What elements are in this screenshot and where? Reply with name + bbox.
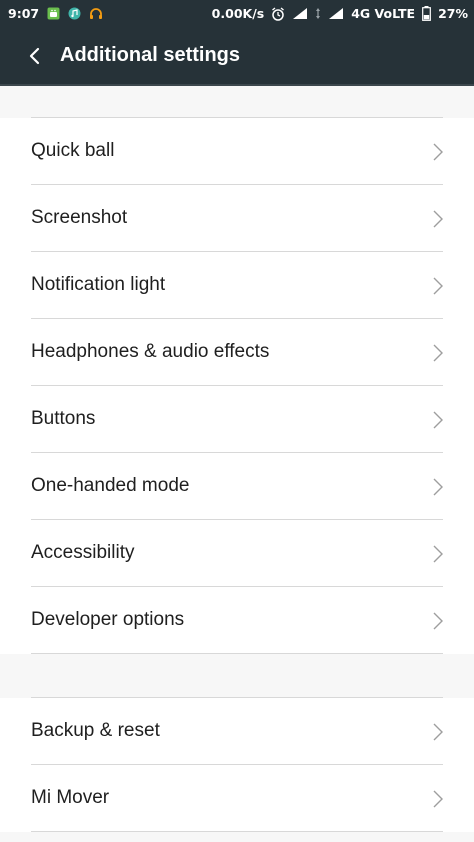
network-speed: 0.00K/s <box>211 6 265 21</box>
status-bar: 9:07 0.00K/s 4G VoLTE 27% <box>0 0 474 28</box>
chevron-right-icon <box>433 612 443 630</box>
setting-label: Mi Mover <box>31 787 110 808</box>
setting-label: Headphones & audio effects <box>31 341 270 362</box>
setting-label: Quick ball <box>31 140 115 161</box>
signal-icon <box>292 7 308 20</box>
chevron-right-icon <box>433 210 443 228</box>
setting-row-quick-ball[interactable]: Quick ball <box>0 118 474 185</box>
battery-icon <box>422 6 431 21</box>
back-button[interactable] <box>22 43 48 69</box>
setting-label: Notification light <box>31 274 166 295</box>
chevron-right-icon <box>433 344 443 362</box>
status-bar-left: 9:07 <box>8 6 103 21</box>
alarm-icon <box>271 6 285 21</box>
settings-group-1: Quick ball Screenshot Notification light… <box>0 118 474 654</box>
battery-level: 27% <box>438 6 468 21</box>
setting-label: Screenshot <box>31 207 128 228</box>
setting-row-developer-options[interactable]: Developer options <box>0 587 474 654</box>
divider <box>31 831 443 832</box>
setting-label: Accessibility <box>31 542 135 563</box>
app-bar: Additional settings <box>0 28 474 86</box>
chevron-right-icon <box>433 411 443 429</box>
setting-row-accessibility[interactable]: Accessibility <box>0 520 474 587</box>
chevron-right-icon <box>433 277 443 295</box>
chevron-right-icon <box>433 723 443 741</box>
list-top-gap <box>0 86 474 118</box>
setting-row-buttons[interactable]: Buttons <box>0 386 474 453</box>
setting-row-one-handed-mode[interactable]: One-handed mode <box>0 453 474 520</box>
settings-list: Quick ball Screenshot Notification light… <box>0 86 474 832</box>
chevron-left-icon[interactable] <box>22 43 48 69</box>
chevron-right-icon <box>433 143 443 161</box>
chevron-right-icon <box>433 545 443 563</box>
setting-label: Developer options <box>31 609 185 630</box>
setting-row-backup-reset[interactable]: Backup & reset <box>0 698 474 765</box>
status-bar-right: 0.00K/s 4G VoLTE 27% <box>212 6 468 21</box>
status-time: 9:07 <box>8 6 40 21</box>
setting-row-mi-mover[interactable]: Mi Mover <box>0 765 474 832</box>
network-type: 4G VoLTE <box>351 6 416 21</box>
setting-row-screenshot[interactable]: Screenshot <box>0 185 474 252</box>
chevron-right-icon <box>433 790 443 808</box>
headphones-icon <box>89 7 103 20</box>
chevron-right-icon <box>433 478 443 496</box>
music-app-icon <box>68 7 81 20</box>
group-separator <box>0 654 474 698</box>
setting-row-headphones-audio[interactable]: Headphones & audio effects <box>0 319 474 386</box>
page-title: Additional settings <box>60 44 240 66</box>
setting-row-notification-light[interactable]: Notification light <box>0 252 474 319</box>
setting-label: Backup & reset <box>31 720 160 741</box>
android-notification-icon <box>47 7 60 20</box>
setting-label: Buttons <box>31 408 96 429</box>
data-transfer-icon <box>315 7 321 20</box>
signal-icon-2 <box>328 7 344 20</box>
setting-label: One-handed mode <box>31 475 190 496</box>
settings-group-2: Backup & reset Mi Mover <box>0 698 474 832</box>
